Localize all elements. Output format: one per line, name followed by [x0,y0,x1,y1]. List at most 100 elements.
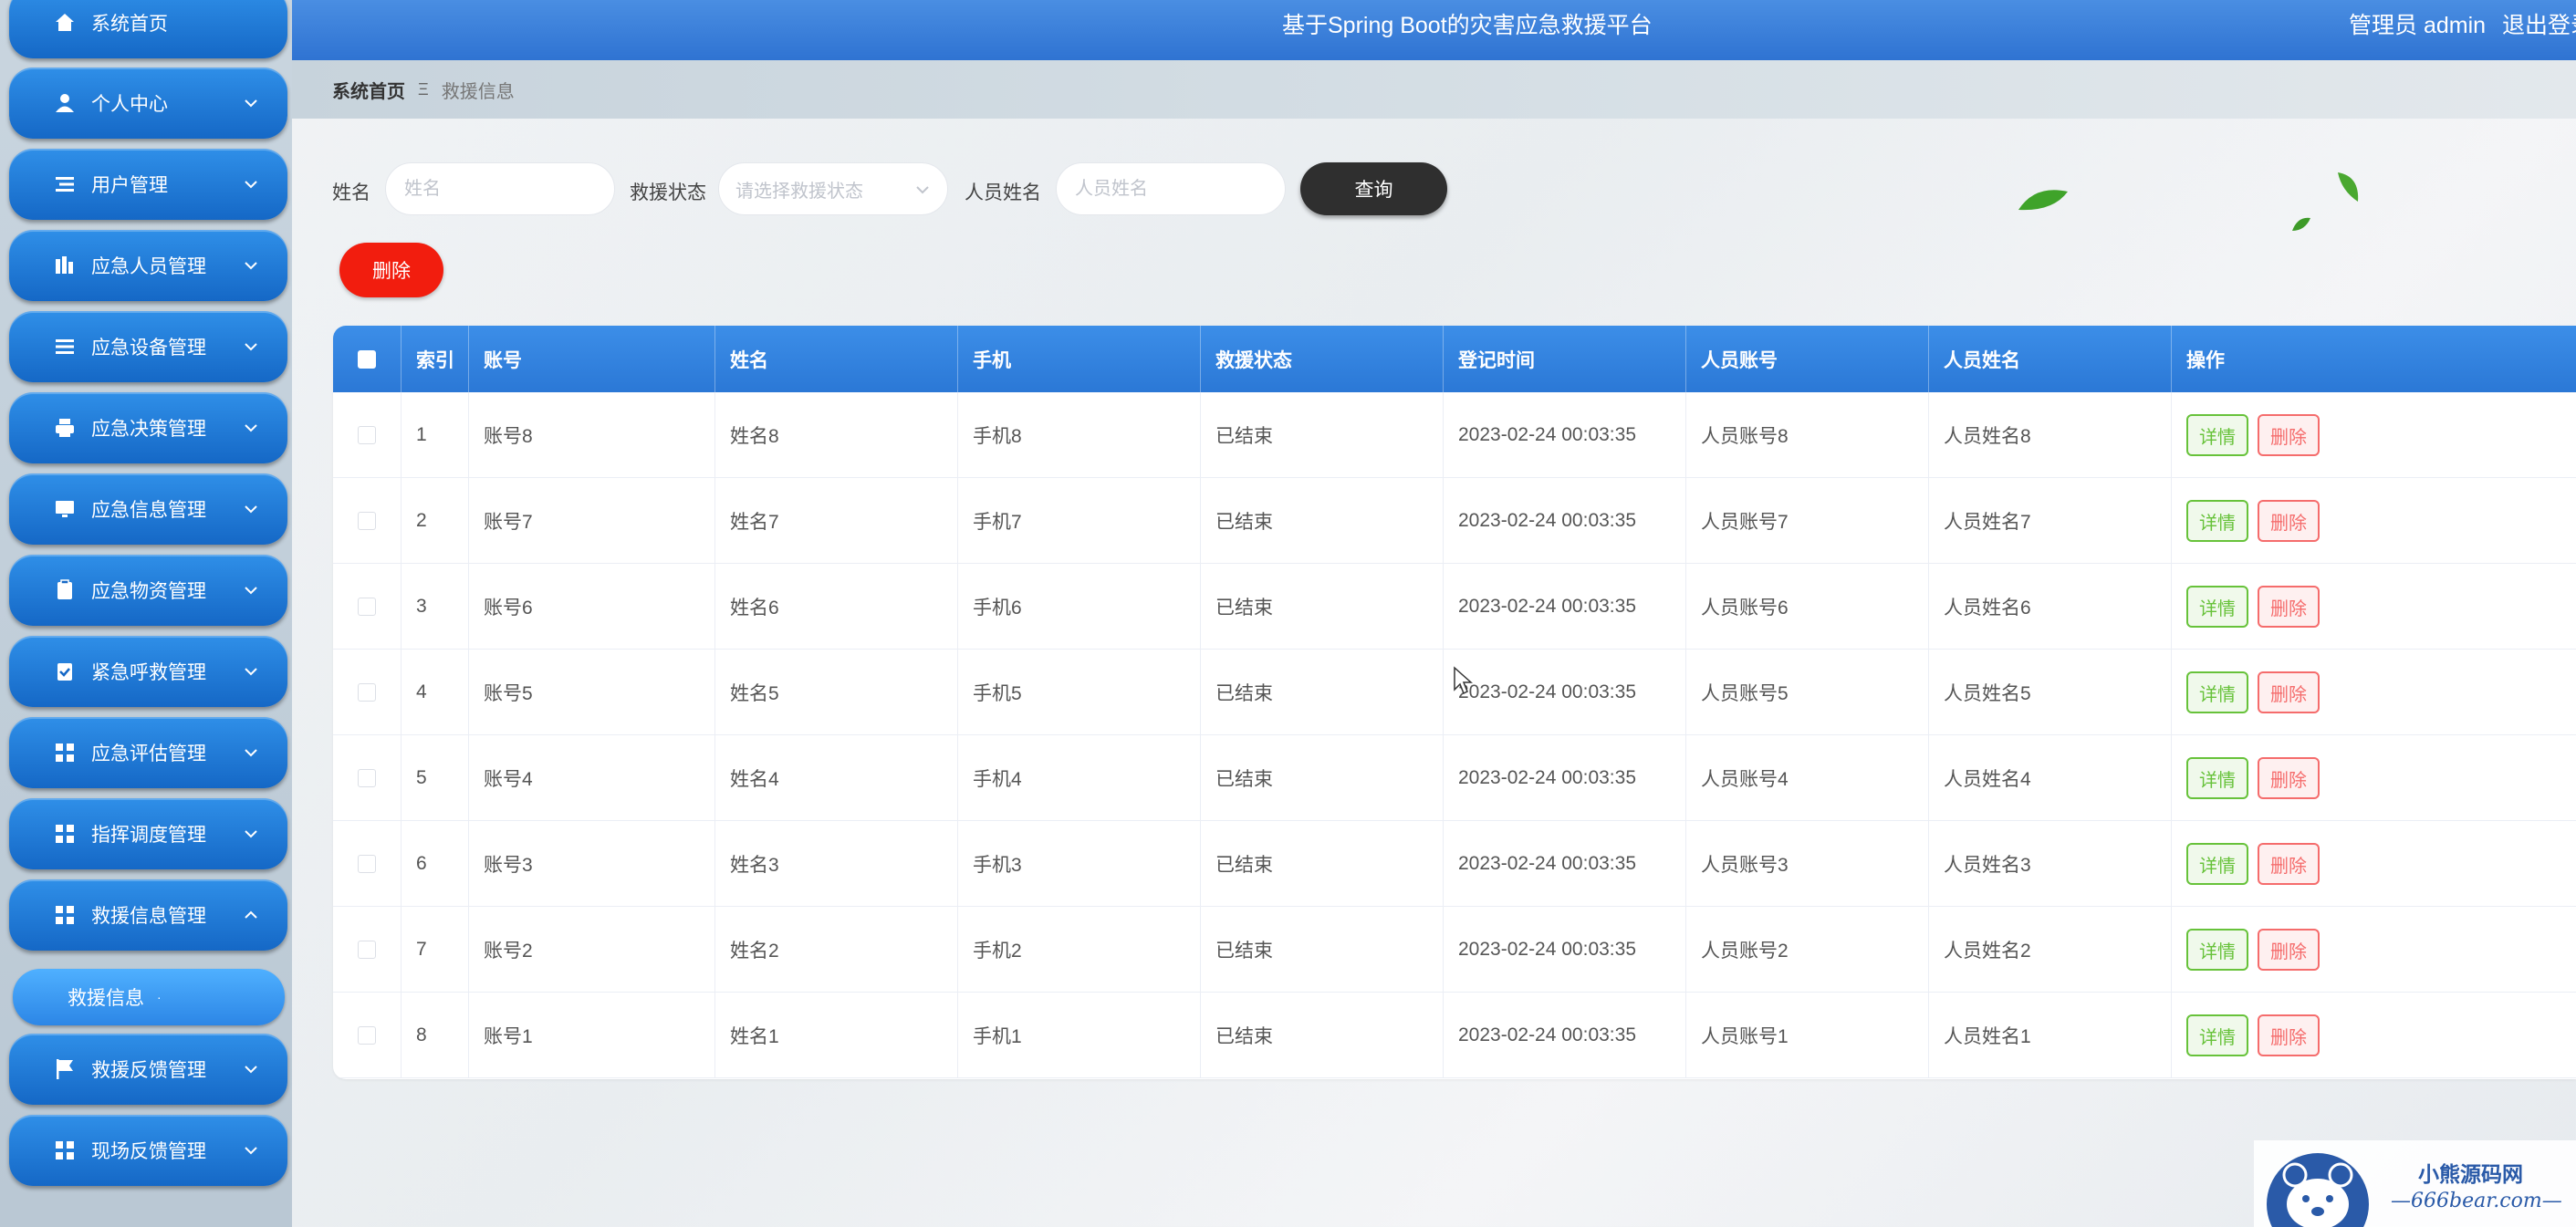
staff-name-input[interactable] [1056,162,1286,215]
row-delete-button[interactable]: 删除 [2258,1014,2320,1056]
chevron-down-icon [242,256,260,275]
detail-button[interactable]: 详情 [2186,586,2248,628]
sidebar-item-1[interactable]: 个人中心 [9,68,287,139]
row-delete-button[interactable]: 删除 [2258,414,2320,456]
table-row: 1 账号8 姓名8 手机8 已结束 2023-02-24 00:03:35 人员账号8 人员姓… [333,392,2576,478]
column-header-account: 账号 [469,326,715,392]
sidebar-item-label: 系统首页 [91,14,168,35]
sidebar-item-4[interactable]: 应急设备管理 [9,311,287,382]
sidebar-item-10[interactable]: 指挥调度管理 [9,798,287,869]
row-delete-button[interactable]: 删除 [2258,843,2320,885]
detail-button[interactable]: 详情 [2186,414,2248,456]
batch-delete-button[interactable]: 删除 [339,243,443,297]
submenu-item-rescue-info[interactable]: 救援信息 · [13,969,285,1025]
column-header-phone: 手机 [958,326,1201,392]
row-delete-button[interactable]: 删除 [2258,929,2320,971]
detail-button[interactable]: 详情 [2186,757,2248,799]
rescue-info-table: 索引 账号 姓名 手机 救援状态 登记时间 人员账号 人员姓名 操作 1 账号8 姓… [333,326,2576,1079]
sidebar-item-label: 应急信息管理 [91,500,206,521]
detail-button[interactable]: 详情 [2186,929,2248,971]
cell-actions: 详情 删除 [2172,735,2576,821]
cell-name: 姓名5 [715,650,958,735]
cell-staff-name: 人员姓名3 [1929,821,2172,907]
cell-actions: 详情 删除 [2172,821,2576,907]
sidebar-item-label: 救援反馈管理 [91,1060,206,1081]
row-checkbox[interactable] [358,941,376,959]
chevron-down-icon [242,662,260,681]
row-delete-button[interactable]: 删除 [2258,671,2320,713]
sidebar-item-11[interactable]: 救援信息管理 [9,879,287,951]
row-checkbox[interactable] [358,426,376,444]
logout-link[interactable]: 退出登录 [2502,7,2576,40]
chevron-down-icon [242,1060,260,1078]
sidebar-item-12[interactable]: 救援反馈管理 [9,1034,287,1105]
sidebar-item-9[interactable]: 应急评估管理 [9,717,287,788]
select-all-checkbox[interactable] [358,349,376,369]
sidebar-item-2[interactable]: 用户管理 [9,149,287,220]
cell-staff-account: 人员账号1 [1686,993,1929,1078]
chevron-down-icon [242,825,260,843]
sidebar-item-0[interactable]: 系统首页 [9,0,287,58]
row-checkbox[interactable] [358,855,376,873]
sidebar-item-13[interactable]: 现场反馈管理 [9,1115,287,1186]
status-select[interactable]: 请选择救援状态 [718,162,948,215]
detail-button[interactable]: 详情 [2186,1014,2248,1056]
column-header-status: 救援状态 [1201,326,1444,392]
cell-name: 姓名3 [715,821,958,907]
cell-actions: 详情 删除 [2172,993,2576,1078]
sidebar-item-label: 应急设备管理 [91,338,206,359]
cell-phone: 手机7 [958,478,1201,564]
cell-status: 已结束 [1201,907,1444,993]
sidebar-item-label: 救援信息管理 [91,906,206,927]
sidebar-item-label: 现场反馈管理 [91,1141,206,1162]
table-row: 8 账号1 姓名1 手机1 已结束 2023-02-24 00:03:35 人员账号1 人员姓… [333,993,2576,1078]
cell-name: 姓名6 [715,564,958,650]
chevron-up-icon [242,906,260,924]
cell-actions: 详情 删除 [2172,478,2576,564]
sidebar-item-6[interactable]: 应急信息管理 [9,473,287,545]
column-header-actions: 操作 [2186,349,2225,371]
detail-button[interactable]: 详情 [2186,671,2248,713]
sidebar-item-label: 用户管理 [91,175,168,196]
cell-phone: 手机8 [958,392,1201,478]
sidebar-item-label: 指挥调度管理 [91,825,206,846]
row-select-cell [333,478,402,564]
detail-button[interactable]: 详情 [2186,500,2248,542]
sidebar-item-3[interactable]: 应急人员管理 [9,230,287,301]
row-checkbox[interactable] [358,769,376,787]
cell-staff-name: 人员姓名6 [1929,564,2172,650]
sidebar-item-5[interactable]: 应急决策管理 [9,392,287,463]
cell-phone: 手机6 [958,564,1201,650]
row-checkbox[interactable] [358,598,376,616]
submenu-item-label: 救援信息 [68,988,144,1009]
row-delete-button[interactable]: 删除 [2258,757,2320,799]
cell-time: 2023-02-24 00:03:35 [1444,735,1686,821]
sidebar-item-8[interactable]: 紧急呼救管理 [9,636,287,707]
chevron-down-icon [916,186,929,194]
status-select-placeholder: 请选择救援状态 [735,181,863,202]
row-checkbox[interactable] [358,1026,376,1045]
row-select-cell [333,564,402,650]
query-button[interactable]: 查询 [1300,162,1447,215]
table-row: 3 账号6 姓名6 手机6 已结束 2023-02-24 00:03:35 人员账号6 人员姓… [333,564,2576,650]
menu-icon [53,335,77,359]
chevron-down-icon [242,500,260,518]
cell-actions: 详情 删除 [2172,650,2576,735]
cell-name: 姓名8 [715,392,958,478]
cell-staff-name: 人员姓名5 [1929,650,2172,735]
row-delete-button[interactable]: 删除 [2258,586,2320,628]
sidebar-item-label: 应急评估管理 [91,743,206,764]
column-header-staff-name: 人员姓名 [1929,326,2172,392]
row-checkbox[interactable] [358,512,376,530]
chart-icon [53,254,77,277]
list-icon [53,172,77,196]
sidebar-item-7[interactable]: 应急物资管理 [9,555,287,626]
breadcrumb-home[interactable]: 系统首页 [332,77,405,103]
detail-button[interactable]: 详情 [2186,843,2248,885]
row-delete-button[interactable]: 删除 [2258,500,2320,542]
name-input[interactable] [385,162,615,215]
row-checkbox[interactable] [358,683,376,702]
cell-staff-name: 人员姓名8 [1929,392,2172,478]
row-select-cell [333,735,402,821]
cell-status: 已结束 [1201,564,1444,650]
